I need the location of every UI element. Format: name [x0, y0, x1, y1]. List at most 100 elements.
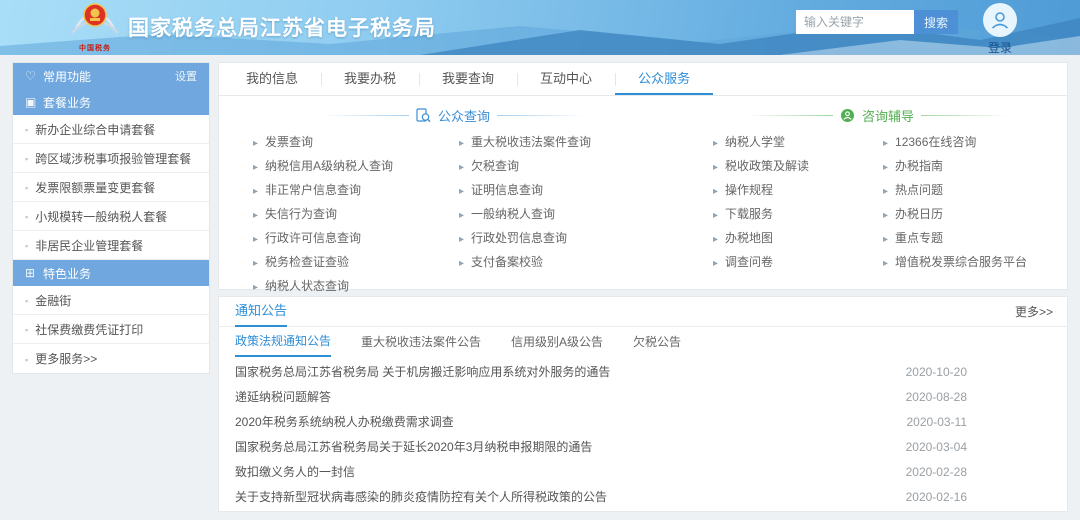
tax-emblem-icon: [69, 2, 121, 40]
notice-item[interactable]: 递延纳税问题解答 2020-08-28: [219, 384, 1067, 409]
notice-item[interactable]: 关于支持新型冠状病毒感染的肺炎疫情防控有关个人所得税政策的公告 2020-02-…: [219, 484, 1067, 509]
link-tax-arrears-query[interactable]: 欠税查询: [459, 154, 653, 178]
sidebar-item-more-services[interactable]: 更多服务>>: [13, 344, 209, 373]
public-query-links: 发票查询 纳税信用A级纳税人查询 非正常户信息查询 失信行为查询 行政许可信息查…: [219, 126, 687, 298]
link-admin-license-query[interactable]: 行政许可信息查询: [253, 226, 459, 250]
notice-item-title: 致扣缴义务人的一封信: [235, 463, 906, 480]
divider: [745, 115, 833, 116]
search-input[interactable]: [796, 10, 914, 34]
arrow-icon: [459, 258, 464, 269]
link-tax-policy-interpretation[interactable]: 税收政策及解读: [713, 154, 883, 178]
link-abnormal-account-query[interactable]: 非正常户信息查询: [253, 178, 459, 202]
bullet-icon: [25, 122, 35, 136]
sidebar-item-small-scale[interactable]: 小规模转一般纳税人套餐: [13, 202, 209, 231]
sidebar-item-new-enterprise[interactable]: 新办企业综合申请套餐: [13, 115, 209, 144]
bullet-icon: [25, 322, 35, 336]
link-taxpayer-school[interactable]: 纳税人学堂: [713, 130, 883, 154]
sidebar-item-label: 非居民企业管理套餐: [35, 237, 143, 254]
public-query-title: 公众查询: [438, 106, 490, 125]
login-area[interactable]: 登录: [978, 3, 1022, 55]
consult-header: 咨询辅导: [687, 104, 1067, 126]
notice-tab-policy[interactable]: 政策法规通知公告: [235, 327, 331, 357]
bullet-icon: [25, 151, 35, 165]
link-inspection-cert-check[interactable]: 税务检查证查验: [253, 250, 459, 274]
arrow-icon: [253, 282, 258, 293]
notice-tab-credit-a[interactable]: 信用级别A级公告: [511, 328, 603, 356]
arrow-icon: [459, 138, 464, 149]
sidebar-item-label: 小规模转一般纳税人套餐: [35, 208, 167, 225]
link-payment-record-check[interactable]: 支付备案校验: [459, 250, 653, 274]
notice-item[interactable]: 2020年税务系统纳税人办税缴费需求调查 2020-03-11: [219, 409, 1067, 434]
arrow-icon: [459, 186, 464, 197]
user-icon: [989, 9, 1011, 31]
package-icon: ▣: [25, 95, 43, 109]
sidebar-group-package-business[interactable]: ▣ 套餐业务: [13, 89, 209, 115]
link-hot-issues[interactable]: 热点问题: [883, 178, 1067, 202]
link-credit-a-taxpayer-query[interactable]: 纳税信用A级纳税人查询: [253, 154, 459, 178]
notice-tabbar: 政策法规通知公告 重大税收违法案件公告 信用级别A级公告 欠税公告: [219, 327, 1067, 357]
sidebar-item-social-insurance-print[interactable]: 社保费缴费凭证打印: [13, 315, 209, 344]
link-download-service[interactable]: 下载服务: [713, 202, 883, 226]
link-taxpayer-status-query[interactable]: 纳税人状态查询: [253, 274, 459, 298]
sidebar-item-label: 金融街: [35, 292, 71, 309]
notice-item-date: 2020-02-28: [906, 465, 967, 479]
link-tax-map[interactable]: 办税地图: [713, 226, 883, 250]
public-query-section: 公众查询 发票查询 纳税信用A级纳税人查询 非正常户信息查询 失信行为查询 行政…: [219, 104, 687, 298]
notice-item-title: 国家税务总局江苏省税务局 关于机房搬迁影响应用系统对外服务的通告: [235, 363, 906, 380]
logo-caption: 中国税务: [66, 43, 124, 53]
public-service-content: 公众查询 发票查询 纳税信用A级纳税人查询 非正常户信息查询 失信行为查询 行政…: [219, 96, 1067, 298]
link-certificate-info-query[interactable]: 证明信息查询: [459, 178, 653, 202]
link-survey-questionnaire[interactable]: 调查问卷: [713, 250, 883, 274]
link-admin-penalty-query[interactable]: 行政处罚信息查询: [459, 226, 653, 250]
link-key-topics[interactable]: 重点专题: [883, 226, 1067, 250]
notice-item[interactable]: 国家税务总局江苏省税务局 关于机房搬迁影响应用系统对外服务的通告 2020-10…: [219, 359, 1067, 384]
sidebar-item-financial-street[interactable]: 金融街: [13, 286, 209, 315]
tax-emblem-logo: 中国税务: [66, 2, 124, 54]
link-invoice-query[interactable]: 发票查询: [253, 130, 459, 154]
notice-item[interactable]: 国家税务总局江苏省税务局关于延长2020年3月纳税申报期限的通告 2020-03…: [219, 434, 1067, 459]
notice-title-tab[interactable]: 通知公告: [235, 297, 287, 327]
arrow-icon: [459, 162, 464, 173]
sidebar-item-invoice-limit[interactable]: 发票限额票量变更套餐: [13, 173, 209, 202]
more-link[interactable]: 更多>>: [1015, 297, 1053, 327]
sidebar-item-nonresident[interactable]: 非居民企业管理套餐: [13, 231, 209, 260]
arrow-icon: [713, 210, 718, 221]
link-vat-invoice-platform[interactable]: 增值税发票综合服务平台: [883, 250, 1067, 274]
consult-links: 纳税人学堂 税收政策及解读 操作规程 下载服务 办税地图 调查问卷 12366在…: [687, 126, 1067, 274]
notice-tab-tax-arrears[interactable]: 欠税公告: [633, 328, 681, 356]
sidebar-item-label: 跨区域涉税事项报验管理套餐: [35, 150, 191, 167]
arrow-icon: [883, 258, 888, 269]
arrow-icon: [459, 210, 464, 221]
arrow-icon: [883, 138, 888, 149]
bullet-icon: [25, 238, 35, 252]
notice-tab-major-violation[interactable]: 重大税收违法案件公告: [361, 328, 481, 356]
arrow-icon: [253, 258, 258, 269]
link-major-violation-query[interactable]: 重大税收违法案件查询: [459, 130, 653, 154]
sidebar-group-special-business[interactable]: ⊞ 特色业务: [13, 260, 209, 286]
settings-link[interactable]: 设置: [175, 68, 197, 84]
tab-tax-handling[interactable]: 我要办税: [321, 63, 419, 95]
sidebar-group-common-functions[interactable]: ♡ 常用功能 设置: [13, 63, 209, 89]
magnifier-doc-icon: [416, 108, 431, 123]
tab-my-query[interactable]: 我要查询: [419, 63, 517, 95]
arrow-icon: [253, 162, 258, 173]
link-12366-online-consult[interactable]: 12366在线咨询: [883, 130, 1067, 154]
consult-chat-icon: [840, 108, 855, 123]
link-tax-guide[interactable]: 办税指南: [883, 154, 1067, 178]
tab-interaction-center[interactable]: 互动中心: [517, 63, 615, 95]
search-button[interactable]: 搜索: [914, 10, 958, 34]
link-dishonesty-query[interactable]: 失信行为查询: [253, 202, 459, 226]
link-operation-procedures[interactable]: 操作规程: [713, 178, 883, 202]
link-general-taxpayer-query[interactable]: 一般纳税人查询: [459, 202, 653, 226]
notice-panel: 通知公告 更多>> 政策法规通知公告 重大税收违法案件公告 信用级别A级公告 欠…: [218, 296, 1068, 512]
notice-item-date: 2020-03-11: [907, 415, 968, 429]
sidebar-item-cross-region[interactable]: 跨区域涉税事项报验管理套餐: [13, 144, 209, 173]
link-tax-calendar[interactable]: 办税日历: [883, 202, 1067, 226]
main-tabbar: 我的信息 我要办税 我要查询 互动中心 公众服务: [219, 63, 1067, 96]
notice-item[interactable]: 致扣缴义务人的一封信 2020-02-28: [219, 459, 1067, 484]
tab-public-service[interactable]: 公众服务: [615, 63, 713, 95]
tab-my-info[interactable]: 我的信息: [223, 63, 321, 95]
login-link[interactable]: 登录: [978, 39, 1022, 55]
arrow-icon: [883, 234, 888, 245]
avatar[interactable]: [983, 3, 1017, 37]
